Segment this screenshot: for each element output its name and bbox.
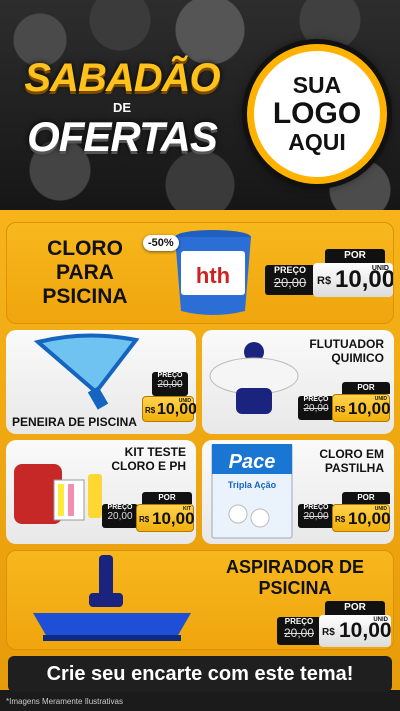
price-box: R$ 10,00 UNID	[332, 504, 391, 532]
cta-banner[interactable]: Crie seu encarte com este tema!	[8, 656, 392, 692]
currency: R$	[322, 627, 335, 638]
old-price-box: PREÇO 20,00	[102, 504, 138, 528]
header-banner: SABADÃO DE OFERTAS SUA LOGO AQUI	[0, 0, 400, 220]
old-price: 20,00	[303, 511, 329, 522]
title-line-1: SABADÃO	[24, 56, 220, 100]
old-price-box: PREÇO 20,00	[277, 617, 321, 645]
discount-badge: -50%	[143, 235, 179, 251]
test-kit-image	[14, 464, 102, 524]
product-name: ASPIRADOR DE PSICINA	[225, 557, 364, 598]
disclaimer-text: *Imagens Meramente Ilustrativas	[6, 697, 123, 706]
unit-label: UNID	[178, 398, 191, 404]
old-price-box: PREÇO 20,00	[298, 504, 334, 528]
logo-line-3: AQUI	[288, 129, 346, 155]
floater-image	[209, 342, 299, 414]
product-card-flutuador[interactable]: FLUTUADOR QUIMICO POR PREÇO 20,00 R$ 10,…	[202, 330, 394, 434]
unit-label: KIT	[182, 506, 191, 512]
preco-label: PREÇO	[303, 396, 329, 403]
por-label: POR	[325, 249, 385, 263]
product-card-aspirador[interactable]: ASPIRADOR DE PSICINA POR PREÇO 20,00 R$ …	[6, 550, 394, 650]
product-name: PENEIRA DE PISCINA	[12, 415, 137, 429]
por-label: POR	[342, 382, 390, 394]
title-line-3: OFERTAS	[27, 113, 218, 160]
old-price: 20,00	[273, 275, 307, 290]
product-name: CLORO EM PASTILHA	[319, 447, 384, 475]
product-card-kit[interactable]: KIT TESTE CLORO E PH POR PREÇO 20,00 R$ …	[6, 440, 196, 544]
old-price: 20,00	[107, 511, 133, 522]
unit-label: UNID	[374, 506, 387, 512]
preco-label: PREÇO	[303, 504, 329, 511]
price: 10,00	[348, 399, 391, 418]
preco-label: PREÇO	[157, 372, 183, 379]
currency: R$	[139, 515, 150, 524]
product-card-cloro[interactable]: CLORO PARA PSICINA hth -50% POR PREÇO 20…	[6, 222, 394, 324]
currency: R$	[335, 405, 346, 414]
skimmer-net-image	[33, 333, 140, 410]
logo-line-2: LOGO	[272, 97, 362, 130]
price-box: R$ 10,00 UNID	[313, 263, 393, 297]
preco-label: PREÇO	[107, 504, 133, 511]
promo-title: SABADÃO DE OFERTAS	[22, 56, 222, 160]
price-box: R$ 10,00 UNID	[332, 394, 391, 422]
old-price-box: PREÇO 20,00	[298, 396, 334, 420]
price-box: R$ 10,00 KIT	[136, 504, 195, 532]
chlorine-bucket-image: hth	[175, 230, 251, 315]
unit-label: UNID	[374, 396, 387, 402]
por-label: POR	[342, 492, 390, 504]
price-box: R$ 10,00 UNID	[142, 396, 196, 422]
currency: R$	[317, 275, 332, 287]
unit-label: UNID	[371, 265, 389, 272]
price-box: R$ 10,00 UNID	[319, 615, 392, 647]
unit-label: UNID	[373, 617, 388, 623]
price: 10,00	[348, 509, 391, 528]
product-name: KIT TESTE CLORO E PH	[111, 445, 186, 473]
old-price: 20,00	[157, 379, 183, 390]
product-name: FLUTUADOR QUIMICO	[309, 337, 384, 365]
currency: R$	[335, 515, 346, 524]
pack-line-text: Tripla Ação	[228, 480, 277, 490]
preco-label: PREÇO	[284, 617, 314, 626]
logo-line-1: SUA	[292, 72, 342, 98]
old-price-box: PREÇO 20,00	[265, 265, 315, 295]
old-price: 20,00	[283, 626, 315, 640]
old-price-box: PREÇO 20,00	[152, 372, 188, 396]
product-name: CLORO PARA PSICINA	[42, 237, 128, 309]
product-card-peneira[interactable]: PREÇO 20,00 R$ 10,00 UNID PENEIRA DE PIS…	[6, 330, 196, 434]
por-label: POR	[325, 601, 385, 615]
price: 10,00	[152, 509, 195, 528]
bucket-brand-text: hth	[196, 263, 230, 288]
old-price: 20,00	[303, 403, 329, 414]
currency: R$	[145, 406, 156, 415]
pool-vacuum-image	[33, 555, 191, 641]
por-label: POR	[142, 492, 192, 504]
product-card-pastilha[interactable]: Pace Tripla Ação CLORO EM PASTILHA POR P…	[202, 440, 394, 544]
preco-label: PREÇO	[273, 265, 306, 275]
logo-placeholder: SUA LOGO AQUI	[247, 44, 387, 184]
tablet-bag-image: Pace Tripla Ação	[211, 444, 293, 539]
pack-brand-text: Pace	[229, 451, 276, 473]
